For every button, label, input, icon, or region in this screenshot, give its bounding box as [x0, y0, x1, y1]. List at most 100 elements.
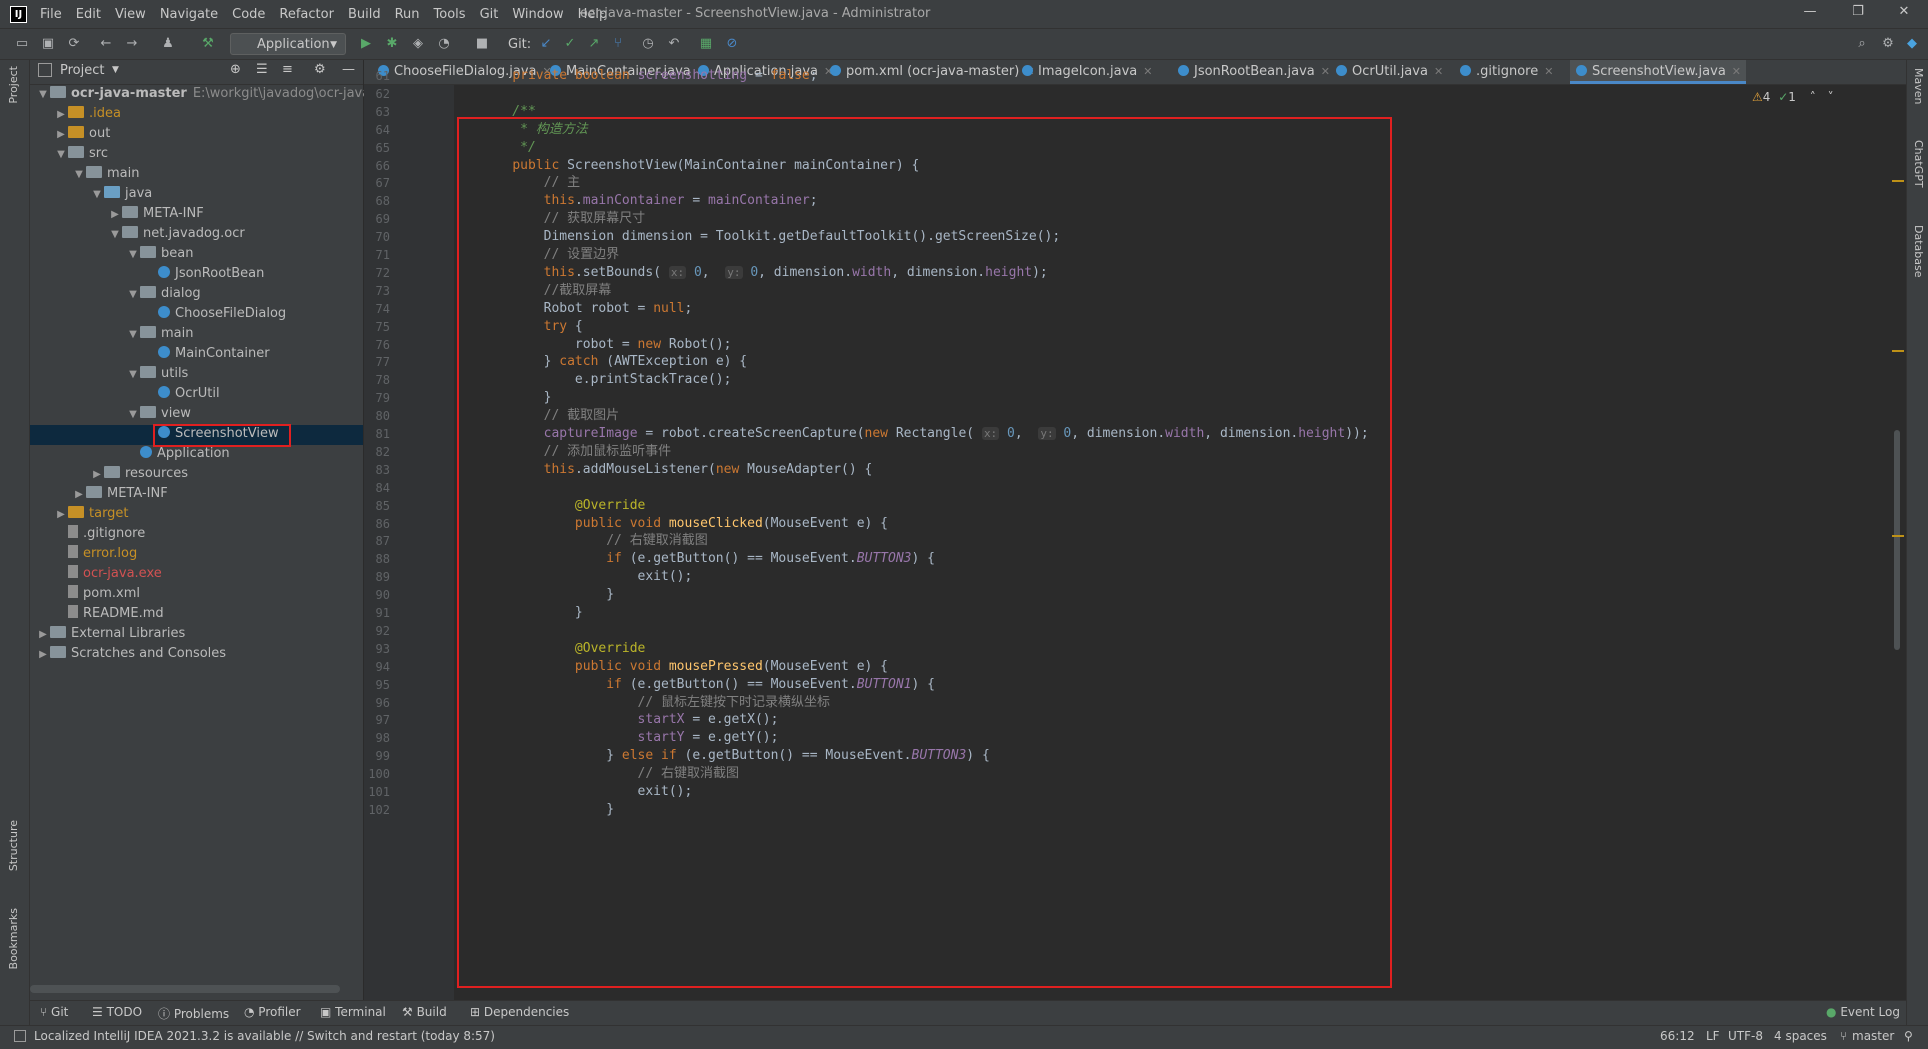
status-toggle-icon[interactable] [14, 1030, 26, 1042]
toolbox-icon[interactable]: ◆ [1904, 36, 1920, 52]
vertical-scrollbar[interactable] [1894, 430, 1900, 650]
editor-tab[interactable]: JsonRootBean.java✕ [1172, 60, 1324, 84]
inspection-widget[interactable]: ⚠4 ✓1 ˄ ˅ [1752, 90, 1834, 104]
line-number: 85 [0, 499, 390, 513]
run-icon[interactable]: ▶ [358, 36, 374, 52]
highlight-box [457, 117, 1392, 988]
caret-position[interactable]: 66:12 [1660, 1029, 1695, 1043]
rollback-icon[interactable]: ↶ [666, 36, 682, 52]
no-entry-icon[interactable]: ⊘ [724, 36, 740, 52]
menu-tools[interactable]: Tools [434, 7, 466, 22]
debug-icon[interactable]: ✱ [384, 36, 400, 52]
tool-window-dependencies[interactable]: ⊞ Dependencies [470, 1005, 569, 1019]
tool-window-problems[interactable]: ⓘ Problems [158, 1005, 229, 1022]
menu-edit[interactable]: Edit [76, 7, 101, 22]
intellij-logo-icon: IJ [10, 6, 27, 23]
line-number: 81 [0, 427, 390, 441]
chevron-up-icon[interactable]: ˄ [1810, 90, 1816, 104]
tool-window-build[interactable]: ⚒ Build [402, 1005, 447, 1019]
build-hammer-icon[interactable]: ⚒ [200, 36, 216, 52]
editor-tab[interactable]: pom.xml (ocr-java-master)✕ [824, 60, 1012, 84]
save-icon[interactable]: ▣ [40, 36, 56, 52]
menu-run[interactable]: Run [395, 7, 420, 22]
open-folder-icon[interactable]: ▭ [14, 36, 30, 52]
stop-icon[interactable]: ■ [474, 36, 490, 52]
sync-icon[interactable]: ⟳ [66, 36, 82, 52]
run-config-dropdown[interactable]: Application ▼ [230, 33, 346, 55]
status-message[interactable]: Localized IntelliJ IDEA 2021.3.2 is avai… [34, 1029, 495, 1043]
file-encoding[interactable]: UTF-8 [1728, 1029, 1763, 1043]
menu-build[interactable]: Build [348, 7, 381, 22]
editor-tab[interactable]: OcrUtil.java✕ [1330, 60, 1448, 84]
tool-window-terminal[interactable]: ▣ Terminal [320, 1005, 386, 1019]
tool-window-icon: ⑂ [40, 1005, 51, 1019]
profile-icon[interactable]: ◔ [436, 36, 452, 52]
history-icon[interactable]: ◷ [640, 36, 656, 52]
tab-label: pom.xml (ocr-java-master) [846, 64, 1019, 79]
close-button[interactable]: ✕ [1884, 4, 1924, 19]
bookmarks-tool-tab[interactable]: Bookmarks [7, 908, 20, 969]
warning-icon: ⚠ [1752, 90, 1763, 104]
menu-git[interactable]: Git [480, 7, 499, 22]
menu-refactor[interactable]: Refactor [279, 7, 334, 22]
database-tool-tab[interactable]: Database [1912, 225, 1925, 278]
tool-window-icon: ▣ [320, 1005, 335, 1019]
line-number: 88 [0, 552, 390, 566]
tool-window-profiler[interactable]: ◔ Profiler [244, 1005, 301, 1019]
menu-navigate[interactable]: Navigate [160, 7, 218, 22]
git-branch-icon[interactable]: ⑂ [610, 36, 626, 52]
line-number: 89 [0, 570, 390, 584]
line-number: 65 [0, 141, 390, 155]
structure-tool-tab[interactable]: Structure [7, 820, 20, 871]
chart-icon[interactable]: ▦ [698, 36, 714, 52]
menu-code[interactable]: Code [232, 7, 265, 22]
close-tab-icon[interactable]: ✕ [1321, 65, 1330, 78]
git-branch[interactable]: master [1852, 1029, 1894, 1043]
menu-window[interactable]: Window [512, 7, 563, 22]
maximize-button[interactable]: ❐ [1838, 4, 1878, 19]
git-update-icon[interactable]: ↙ [538, 36, 554, 52]
close-tab-icon[interactable]: ✕ [1143, 65, 1152, 78]
line-number: 64 [0, 123, 390, 137]
line-separator[interactable]: LF [1706, 1029, 1720, 1043]
menu-file[interactable]: File [40, 7, 62, 22]
git-commit-icon[interactable]: ✓ [562, 36, 578, 52]
line-number: 92 [0, 624, 390, 638]
close-tab-icon[interactable]: ✕ [1434, 65, 1443, 78]
tool-window-label: Profiler [258, 1005, 300, 1019]
indent-setting[interactable]: 4 spaces [1774, 1029, 1827, 1043]
line-number: 99 [0, 749, 390, 763]
forward-arrow-icon[interactable]: → [124, 36, 140, 52]
menu-view[interactable]: View [115, 7, 146, 22]
line-number: 94 [0, 660, 390, 674]
lock-icon[interactable]: ⚲ [1904, 1029, 1913, 1043]
status-bar: Localized IntelliJ IDEA 2021.3.2 is avai… [0, 1025, 1928, 1049]
editor-tab[interactable]: ImageIcon.java✕ [1016, 60, 1166, 84]
line-number: 96 [0, 696, 390, 710]
line-number: 61 [0, 69, 390, 83]
close-tab-icon[interactable]: ✕ [1732, 65, 1741, 78]
horizontal-scrollbar[interactable] [30, 985, 340, 993]
tool-window-icon: ⓘ [158, 1007, 174, 1021]
line-number: 63 [0, 105, 390, 119]
line-number: 82 [0, 445, 390, 459]
tool-window-todo[interactable]: ☰ TODO [92, 1005, 142, 1019]
back-arrow-icon[interactable]: ← [98, 36, 114, 52]
gear-icon[interactable]: ⚙ [1880, 36, 1896, 52]
chatgpt-tool-tab[interactable]: ChatGPT [1912, 140, 1925, 188]
minimize-button[interactable]: — [1790, 4, 1830, 19]
error-stripe-mark [1892, 535, 1904, 537]
editor-tab[interactable]: ScreenshotView.java✕ [1570, 60, 1746, 84]
event-log-button[interactable]: ● Event Log [1826, 1005, 1900, 1019]
line-number: 71 [0, 248, 390, 262]
close-tab-icon[interactable]: ✕ [1544, 65, 1553, 78]
search-icon[interactable]: ⌕ [1854, 36, 1870, 52]
chevron-down-icon[interactable]: ˅ [1828, 90, 1834, 104]
git-push-icon[interactable]: ↗ [586, 36, 602, 52]
editor-tab[interactable]: .gitignore✕ [1454, 60, 1564, 84]
maven-tool-tab[interactable]: Maven [1912, 68, 1925, 104]
line-number: 83 [0, 463, 390, 477]
coverage-icon[interactable]: ◈ [410, 36, 426, 52]
tool-window-git[interactable]: ⑂ Git [40, 1005, 68, 1019]
user-icon[interactable]: ♟ [160, 36, 176, 52]
